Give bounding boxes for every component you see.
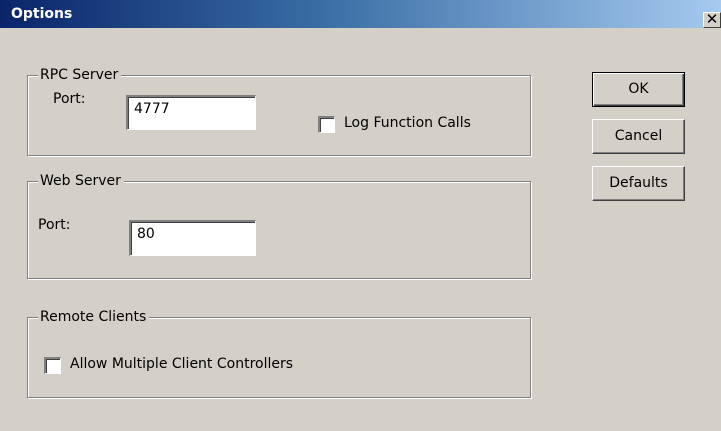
rpc-port-input[interactable]: 4777 (126, 95, 256, 130)
log-function-calls-checkbox[interactable] (318, 116, 335, 133)
defaults-button[interactable]: Defaults (592, 166, 685, 201)
web-port-input[interactable]: 80 (129, 220, 256, 256)
rpc-server-group-title: RPC Server (38, 66, 122, 84)
log-function-calls-label[interactable]: Log Function Calls (344, 115, 471, 131)
remote-clients-group-title: Remote Clients (38, 308, 150, 326)
cancel-button[interactable]: Cancel (592, 119, 685, 154)
title-bar[interactable]: Options ✕ (0, 0, 721, 28)
web-server-group: Web Server (27, 172, 531, 279)
web-server-group-title: Web Server (38, 172, 124, 190)
close-icon[interactable]: ✕ (703, 12, 721, 28)
web-port-label: Port: (38, 217, 71, 233)
window-title: Options (11, 6, 73, 22)
allow-multiple-clients-checkbox[interactable] (44, 357, 61, 374)
allow-multiple-clients-label[interactable]: Allow Multiple Client Controllers (70, 356, 293, 372)
rpc-port-label: Port: (53, 91, 86, 107)
ok-button[interactable]: OK (592, 72, 685, 107)
options-dialog: Options ✕ RPC Server Port: 4777 Log Func… (0, 0, 721, 431)
